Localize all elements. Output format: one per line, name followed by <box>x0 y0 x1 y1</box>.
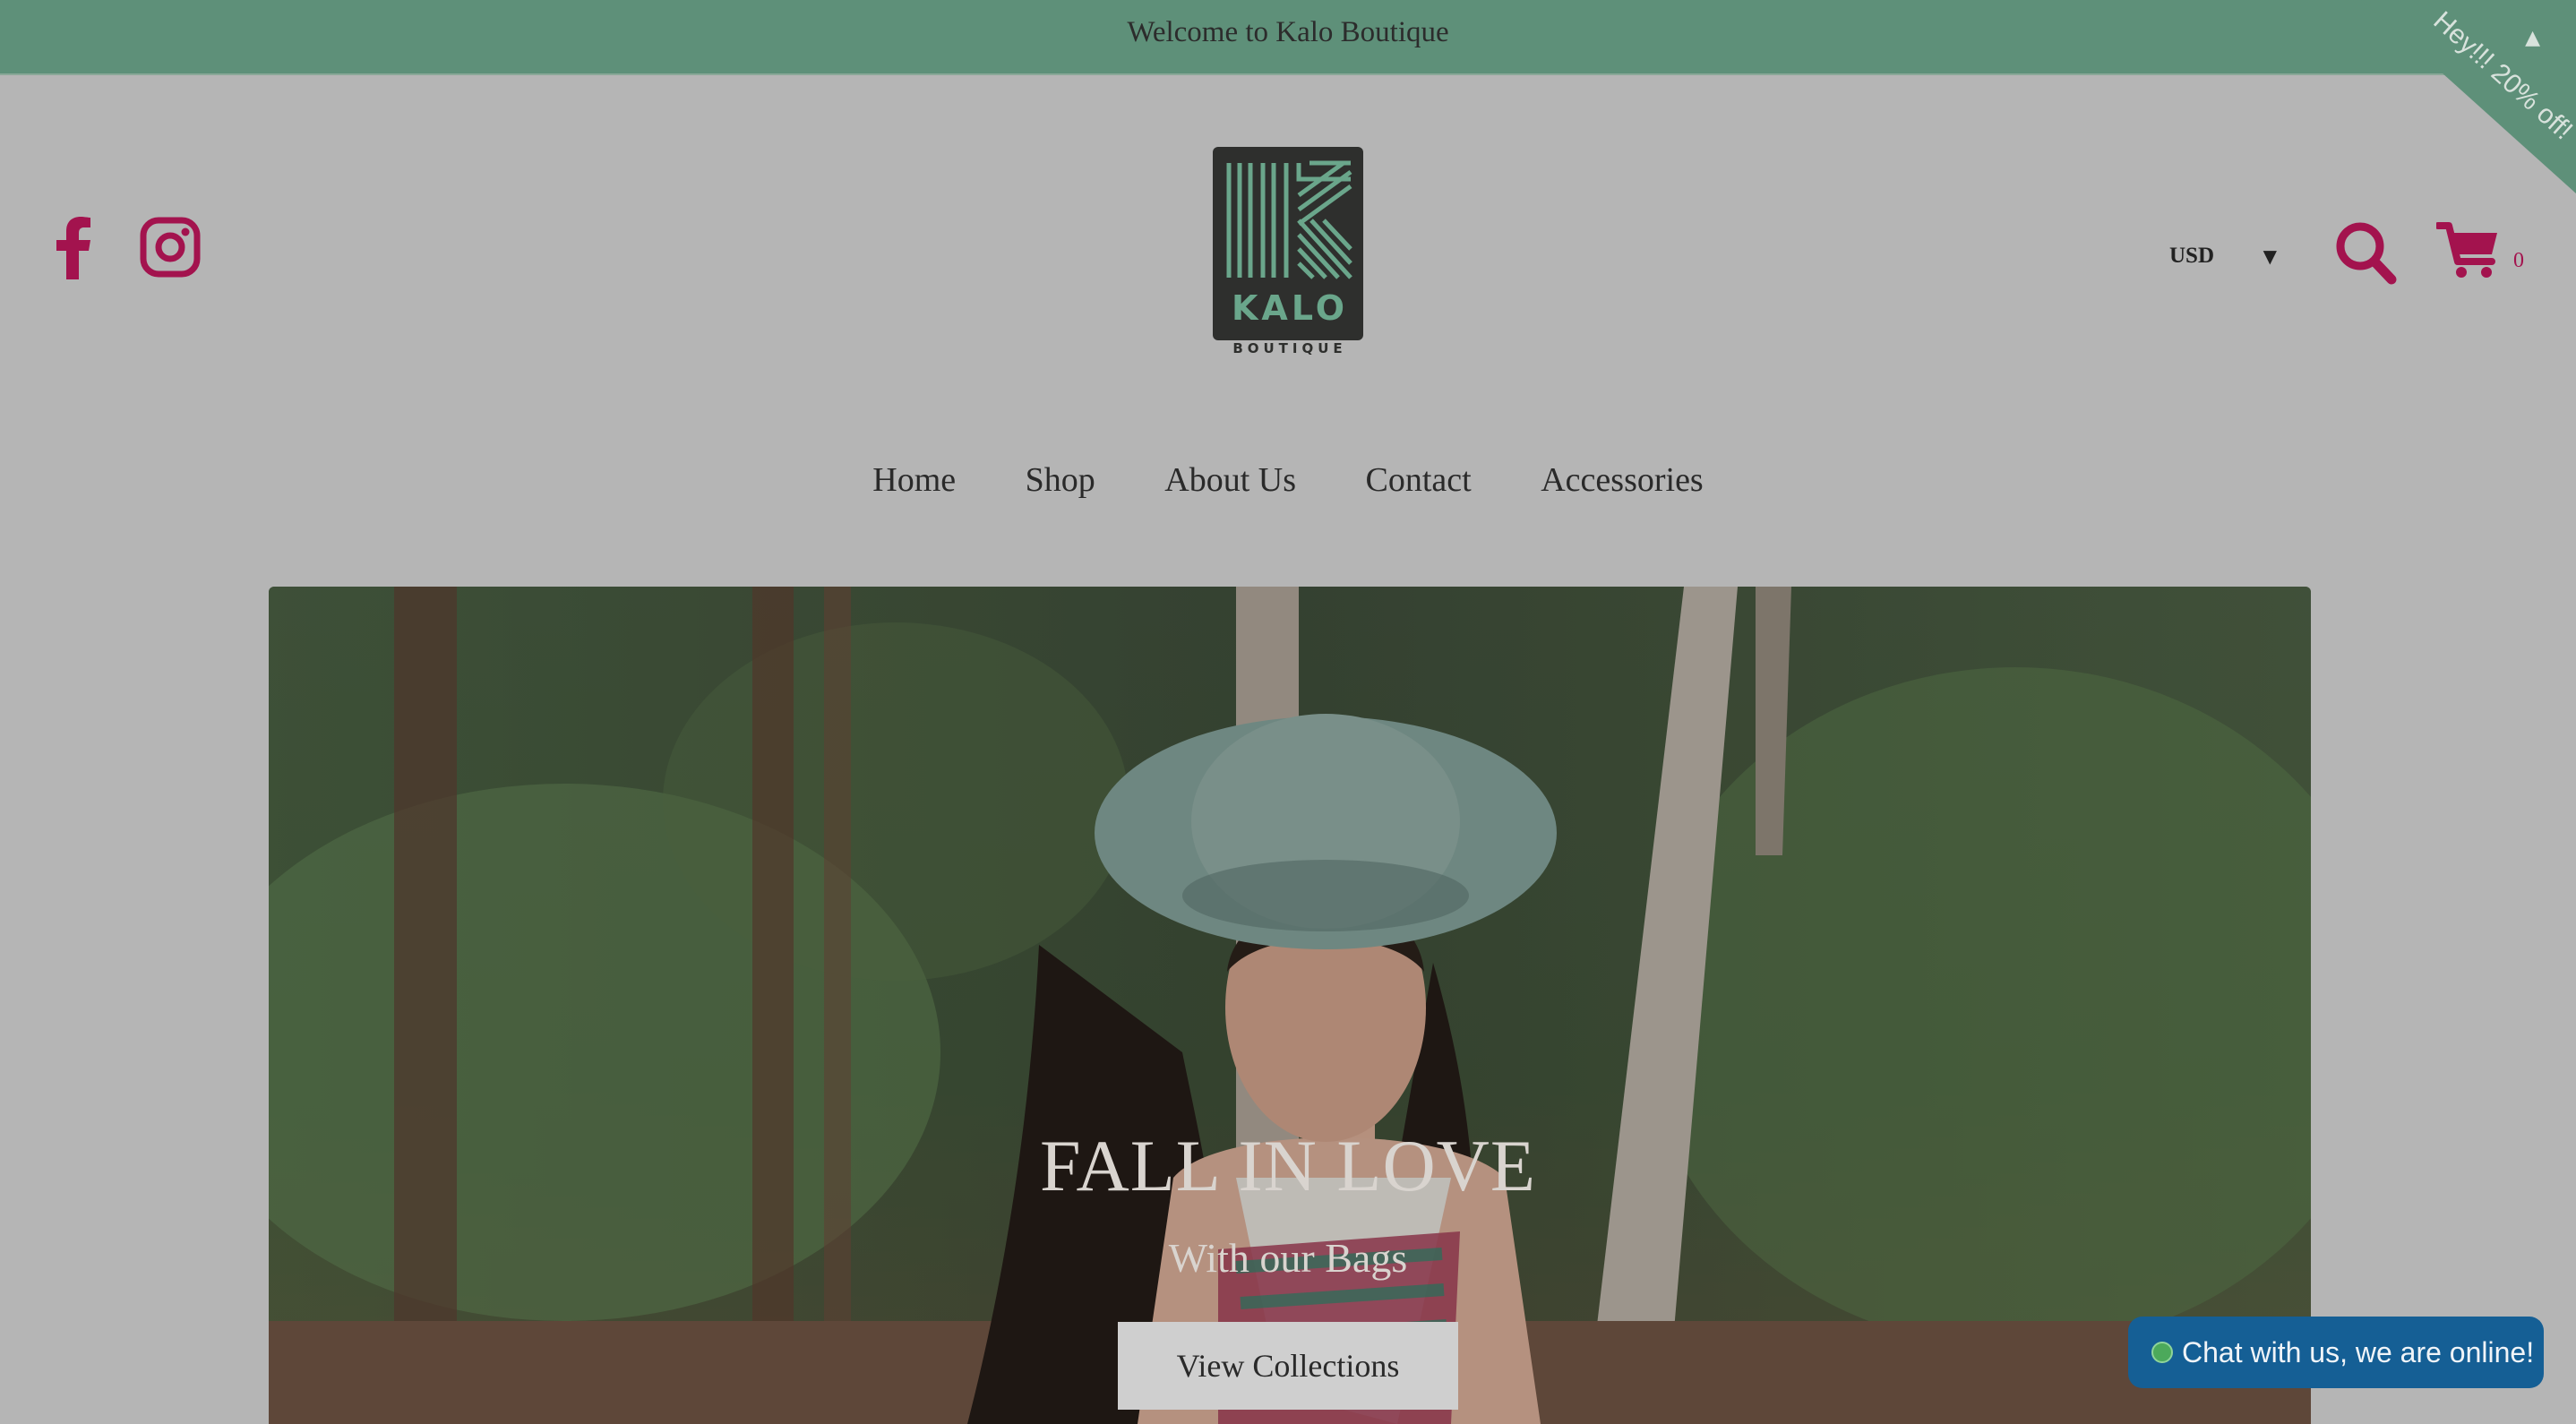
nav-item-shop[interactable]: Shop <box>1026 461 1095 499</box>
hero-subtitle: With our Bags <box>1168 1235 1408 1281</box>
triangle-icon: ▲ <box>2525 27 2540 49</box>
logo-tagline: BOUTIQUE <box>1232 340 1347 356</box>
promo-ribbon[interactable]: ▲ Hey!!! 20% off! <box>2361 0 2576 193</box>
nav-item-contact[interactable]: Contact <box>1366 461 1472 499</box>
cart-button[interactable] <box>2434 220 2501 284</box>
currency-value: USD <box>2169 244 2215 268</box>
hero-image <box>269 587 2311 1424</box>
chat-widget[interactable]: Chat with us, we are online! <box>2128 1317 2544 1388</box>
announcement-text: Welcome to Kalo Boutique <box>1127 16 1449 48</box>
facebook-link[interactable] <box>56 217 91 279</box>
announcement-bar: Welcome to Kalo Boutique <box>0 0 2576 75</box>
cart-count: 0 <box>2513 249 2524 272</box>
instagram-icon <box>140 217 201 278</box>
chat-label: Chat with us, we are online! <box>2182 1335 2535 1368</box>
hero-banner <box>269 587 2311 1424</box>
facebook-icon <box>56 217 90 279</box>
cart-icon <box>2434 222 2497 278</box>
currency-selector[interactable]: USD ▼ <box>2169 244 2277 279</box>
view-collections-button[interactable]: View Collections <box>1118 1322 1458 1410</box>
kalo-logo-mark <box>1213 147 1363 340</box>
nav-item-about-us[interactable]: About Us <box>1164 461 1296 499</box>
main-nav: Home Shop About Us Contact Accessories <box>0 460 2576 500</box>
caret-down-icon: ▼ <box>2263 245 2277 267</box>
nav-item-accessories[interactable]: Accessories <box>1541 461 1703 499</box>
nav-item-home[interactable]: Home <box>872 461 956 499</box>
logo-name: KALO <box>1231 288 1349 328</box>
search-icon <box>2336 222 2397 285</box>
online-status-icon <box>2151 1342 2173 1363</box>
instagram-link[interactable] <box>140 217 201 278</box>
kalo-logo[interactable]: KALO BOUTIQUE <box>1209 143 1370 362</box>
hero-title: FALL IN LOVE <box>1039 1125 1536 1206</box>
search-button[interactable] <box>2334 220 2397 289</box>
